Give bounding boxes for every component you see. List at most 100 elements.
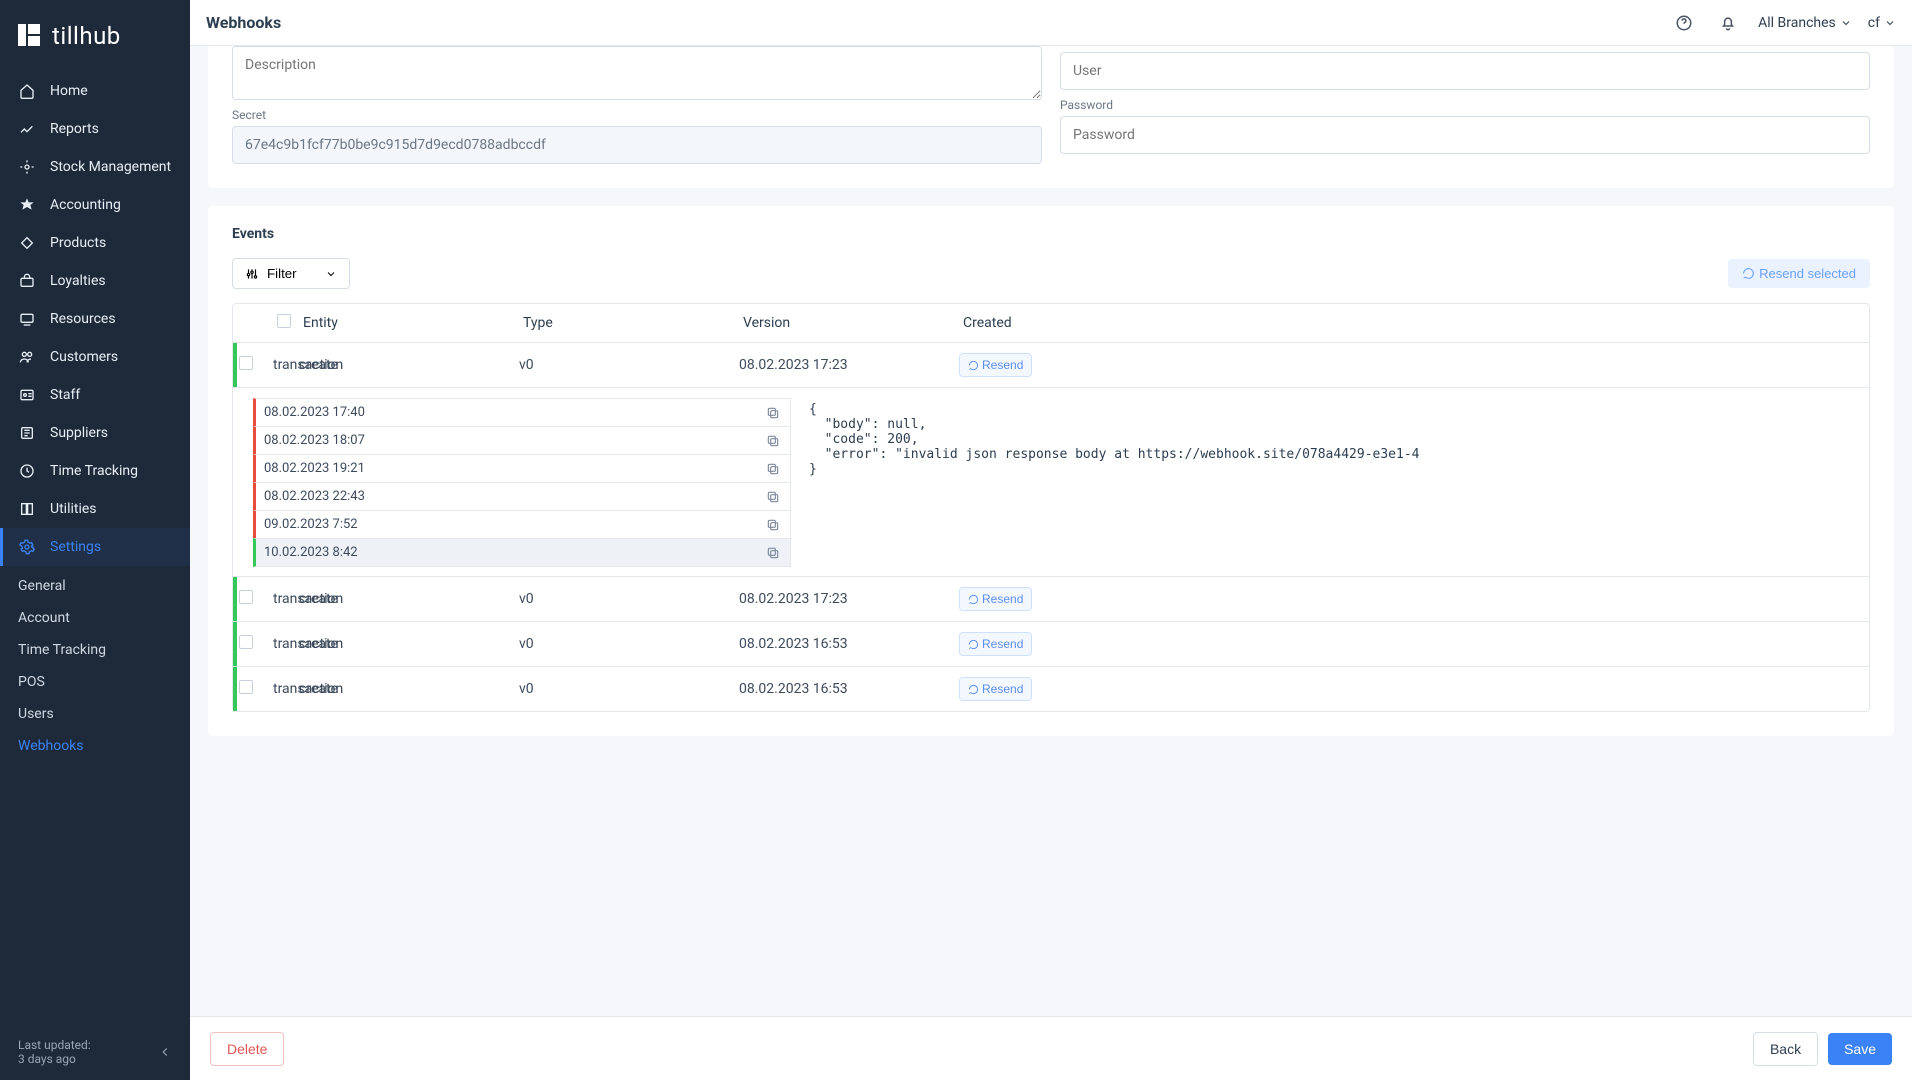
resend-button[interactable]: Resend xyxy=(959,632,1032,656)
cell-type: create xyxy=(299,636,519,652)
home-icon xyxy=(18,82,36,100)
logo: tillhub xyxy=(0,0,190,72)
col-version: Version xyxy=(739,315,959,331)
sub-webhooks[interactable]: Webhooks xyxy=(0,730,190,762)
attempt-row[interactable]: 08.02.2023 22:43 xyxy=(253,482,791,511)
branches-select[interactable]: All Branches xyxy=(1758,15,1852,31)
sidebar-item-reports[interactable]: Reports xyxy=(0,110,190,148)
sidebar-item-utilities[interactable]: Utilities xyxy=(0,490,190,528)
description-input[interactable] xyxy=(232,46,1042,100)
sub-general[interactable]: General xyxy=(0,570,190,602)
resend-selected-button[interactable]: Resend selected xyxy=(1728,259,1870,288)
sidebar-item-stock[interactable]: Stock Management xyxy=(0,148,190,186)
sidebar-item-staff[interactable]: Staff xyxy=(0,376,190,414)
table-row[interactable]: transaction create v0 08.02.2023 17:23 R… xyxy=(233,343,1869,388)
select-all-checkbox[interactable] xyxy=(277,314,291,328)
status-stripe xyxy=(233,577,237,621)
collapse-sidebar-icon[interactable] xyxy=(158,1045,172,1059)
secret-input[interactable] xyxy=(232,126,1042,164)
sidebar-item-label: Products xyxy=(50,235,106,251)
topbar: Webhooks All Branches cf xyxy=(190,0,1912,46)
cell-created: 08.02.2023 16:53 xyxy=(739,636,959,652)
table-header: Entity Type Version Created xyxy=(233,304,1869,343)
row-checkbox[interactable] xyxy=(239,590,253,604)
sidebar-item-resources[interactable]: Resources xyxy=(0,300,190,338)
copy-icon[interactable] xyxy=(766,546,780,560)
last-updated-value: 3 days ago xyxy=(18,1052,91,1066)
sub-pos[interactable]: POS xyxy=(0,666,190,698)
resend-button[interactable]: Resend xyxy=(959,353,1032,377)
settings-icon xyxy=(18,538,36,556)
sidebar-item-home[interactable]: Home xyxy=(0,72,190,110)
table-row[interactable]: transaction create v0 08.02.2023 16:53 R… xyxy=(233,667,1869,711)
sidebar-item-timetracking[interactable]: Time Tracking xyxy=(0,452,190,490)
user-menu[interactable]: cf xyxy=(1868,15,1896,31)
delete-button[interactable]: Delete xyxy=(210,1032,284,1066)
back-button[interactable]: Back xyxy=(1753,1032,1818,1066)
help-icon[interactable] xyxy=(1670,9,1698,37)
page-title: Webhooks xyxy=(206,13,281,32)
sidebar-item-loyalties[interactable]: Loyalties xyxy=(0,262,190,300)
chevron-down-icon xyxy=(325,268,337,280)
cell-created: 08.02.2023 17:23 xyxy=(739,591,959,607)
sidebar-item-settings[interactable]: Settings xyxy=(0,528,190,566)
cell-created: 08.02.2023 16:53 xyxy=(739,681,959,697)
sidebar-item-products[interactable]: Products xyxy=(0,224,190,262)
cell-entity: transaction xyxy=(273,681,299,697)
refresh-icon xyxy=(968,360,979,371)
chevron-down-icon xyxy=(1884,17,1896,29)
copy-icon[interactable] xyxy=(766,434,780,448)
attempt-row[interactable]: 08.02.2023 17:40 xyxy=(253,398,791,427)
suppliers-icon xyxy=(18,424,36,442)
cell-version: v0 xyxy=(519,636,739,652)
resend-button[interactable]: Resend xyxy=(959,677,1032,701)
cell-version: v0 xyxy=(519,681,739,697)
copy-icon[interactable] xyxy=(766,490,780,504)
sidebar-item-label: Resources xyxy=(50,311,116,327)
content-scroll[interactable]: Secret Password Events Filter xyxy=(190,46,1912,1016)
row-expand: 08.02.2023 17:40 08.02.2023 18:07 08.02.… xyxy=(233,388,1869,577)
save-button[interactable]: Save xyxy=(1828,1033,1892,1065)
sidebar-item-customers[interactable]: Customers xyxy=(0,338,190,376)
resend-button[interactable]: Resend xyxy=(959,587,1032,611)
table-row[interactable]: transaction create v0 08.02.2023 16:53 R… xyxy=(233,622,1869,667)
user-input[interactable] xyxy=(1060,52,1870,90)
events-title: Events xyxy=(232,226,1870,242)
loyalties-icon xyxy=(18,272,36,290)
copy-icon[interactable] xyxy=(766,518,780,532)
cell-entity: transaction xyxy=(273,591,299,607)
sub-account[interactable]: Account xyxy=(0,602,190,634)
staff-icon xyxy=(18,386,36,404)
sub-users[interactable]: Users xyxy=(0,698,190,730)
refresh-icon xyxy=(1742,267,1755,280)
sidebar-item-suppliers[interactable]: Suppliers xyxy=(0,414,190,452)
row-checkbox[interactable] xyxy=(239,635,253,649)
cell-version: v0 xyxy=(519,357,739,373)
row-checkbox[interactable] xyxy=(239,680,253,694)
sidebar-item-label: Loyalties xyxy=(50,273,106,289)
copy-icon[interactable] xyxy=(766,462,780,476)
logo-text: tillhub xyxy=(52,22,121,50)
row-checkbox[interactable] xyxy=(239,356,253,370)
attempt-row[interactable]: 09.02.2023 7:52 xyxy=(253,510,791,539)
attempt-row[interactable]: 08.02.2023 18:07 xyxy=(253,426,791,455)
sidebar-item-label: Reports xyxy=(50,121,99,137)
attempt-row[interactable]: 08.02.2023 19:21 xyxy=(253,454,791,483)
customers-icon xyxy=(18,348,36,366)
refresh-icon xyxy=(968,594,979,605)
sidebar-item-label: Stock Management xyxy=(50,159,171,175)
sidebar-item-accounting[interactable]: Accounting xyxy=(0,186,190,224)
sidebar: tillhub Home Reports Stock Management Ac… xyxy=(0,0,190,1080)
bell-icon[interactable] xyxy=(1714,9,1742,37)
sidebar-item-label: Accounting xyxy=(50,197,121,213)
filter-button[interactable]: Filter xyxy=(232,258,350,289)
cell-type: create xyxy=(299,357,519,373)
sub-timetracking[interactable]: Time Tracking xyxy=(0,634,190,666)
sidebar-item-label: Home xyxy=(50,83,88,99)
password-input[interactable] xyxy=(1060,116,1870,154)
attempt-row[interactable]: 10.02.2023 8:42 xyxy=(253,538,791,567)
copy-icon[interactable] xyxy=(766,406,780,420)
table-row[interactable]: transaction create v0 08.02.2023 17:23 R… xyxy=(233,577,1869,622)
cell-created: 08.02.2023 17:23 xyxy=(739,357,959,373)
cell-type: create xyxy=(299,591,519,607)
